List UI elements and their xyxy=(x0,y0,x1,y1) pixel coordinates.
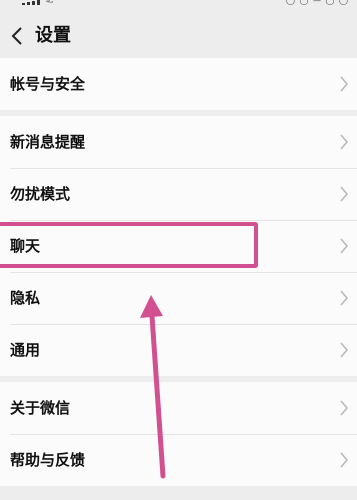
annotation-arrow-icon xyxy=(140,295,166,479)
